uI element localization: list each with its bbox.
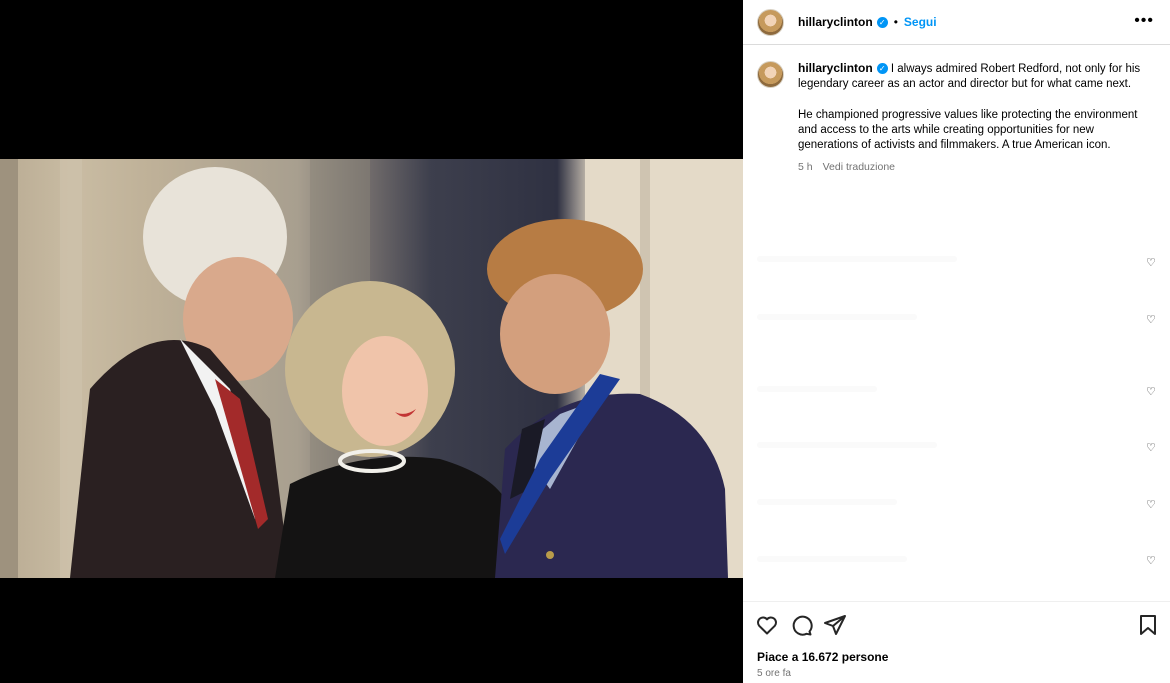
photo-illustration (0, 159, 743, 578)
verified-badge-icon: ✓ (876, 63, 888, 75)
follow-button[interactable]: Segui (904, 15, 937, 29)
comment-like-heart-icon[interactable]: ♡ (1146, 313, 1158, 326)
avatar[interactable] (757, 8, 784, 36)
post-actions: Piace a 16.672 persone 5 ore fa (743, 601, 1170, 683)
bookmark-icon[interactable] (1136, 613, 1160, 637)
post-media[interactable] (0, 0, 743, 683)
translate-link[interactable]: Vedi traduzione (823, 161, 895, 173)
post-header: hillaryclinton ✓ • Segui ••• (743, 0, 1170, 45)
post-time: 5 h (798, 161, 813, 174)
comment-bubble-icon[interactable] (789, 613, 813, 637)
comment-placeholder (757, 556, 907, 562)
more-options-icon[interactable]: ••• (1134, 12, 1154, 30)
comment-like-heart-icon[interactable]: ♡ (1146, 498, 1158, 511)
heart-icon[interactable] (755, 613, 779, 637)
paper-plane-icon[interactable] (823, 613, 847, 637)
comment-placeholder (757, 442, 937, 448)
post-sidebar: hillaryclinton ✓ • Segui ••• hillaryclin… (743, 0, 1170, 683)
post-time-ago: 5 ore fa (757, 668, 791, 679)
post-caption: hillaryclinton ✓ I always admired Robert … (757, 61, 1157, 176)
comment-placeholder (757, 314, 917, 320)
verified-badge-icon: ✓ (876, 16, 888, 28)
separator-dot: • (893, 15, 898, 29)
caption-avatar[interactable] (757, 61, 784, 88)
post-photo (0, 159, 743, 578)
header-username[interactable]: hillaryclinton (798, 15, 873, 29)
caption-text-2: He championed progressive values like pr… (798, 108, 1138, 152)
comment-like-heart-icon[interactable]: ♡ (1146, 441, 1158, 454)
comments-pane[interactable]: hillaryclinton ✓ I always admired Robert … (743, 46, 1170, 601)
caption-username[interactable]: hillaryclinton (798, 61, 873, 75)
comment-like-heart-icon[interactable]: ♡ (1146, 554, 1158, 567)
comment-like-heart-icon[interactable]: ♡ (1146, 256, 1158, 269)
comment-placeholder (757, 386, 877, 392)
likes-count[interactable]: Piace a 16.672 persone (757, 650, 888, 664)
comment-placeholder (757, 499, 897, 505)
caption-meta: 5 h Vedi traduzione (798, 160, 1143, 175)
caption-body: hillaryclinton ✓ I always admired Robert … (798, 61, 1143, 176)
comment-placeholder (757, 256, 957, 262)
comment-like-heart-icon[interactable]: ♡ (1146, 385, 1158, 398)
